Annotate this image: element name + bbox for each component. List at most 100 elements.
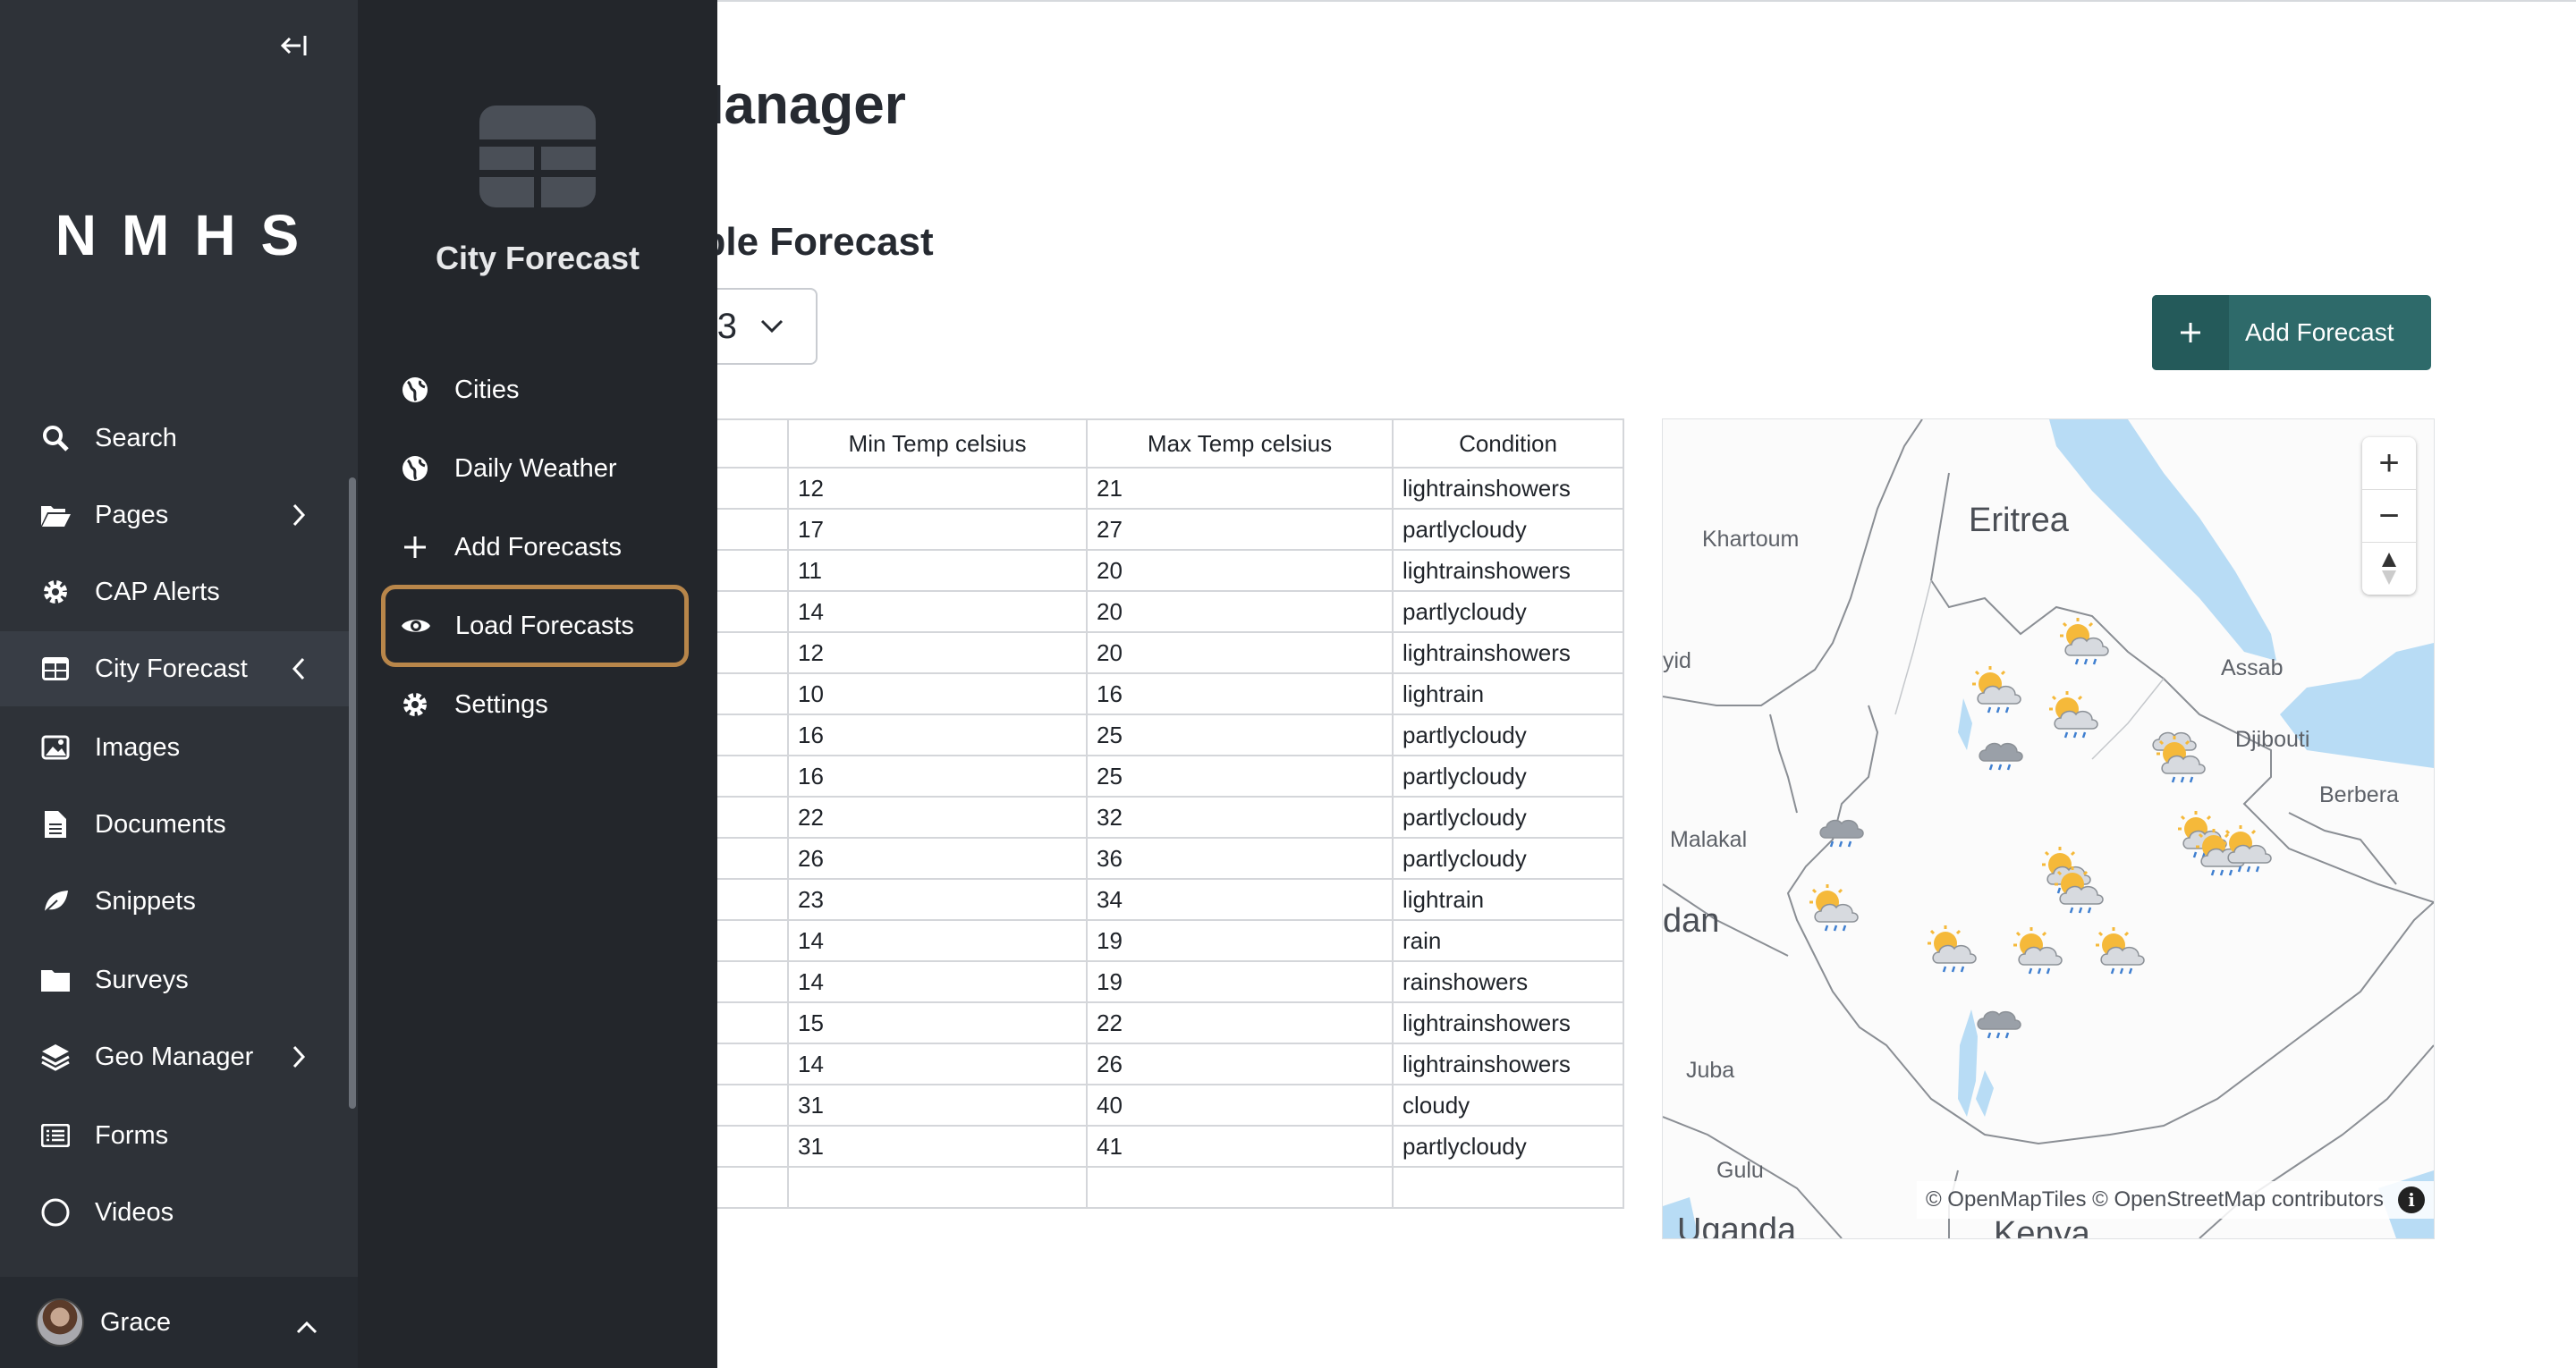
table-cell: rain (1392, 919, 1624, 962)
table-row[interactable]: 14 26 lightrainshowers (572, 1043, 1624, 1085)
partly-cloudy-icon[interactable] (2056, 616, 2115, 671)
forecast-table: Min Temp celsius Max Temp celsius Condit… (572, 418, 1624, 1209)
partly-cloudy-icon[interactable] (1969, 664, 2028, 720)
sidebar-item-snippets[interactable]: Snippets (0, 864, 351, 939)
table-cell: lightrain (1392, 878, 1624, 921)
rain-cloud-icon[interactable] (1969, 990, 2028, 1045)
sidebar-item-videos[interactable]: Videos (0, 1175, 351, 1250)
partly-cloudy-icon[interactable] (2046, 689, 2105, 745)
flyout-item-load-forecasts[interactable]: Load Forecasts (381, 585, 689, 667)
table-cell: 41 (1086, 1125, 1394, 1168)
list-icon (38, 1124, 73, 1147)
table-cell: 20 (1086, 631, 1394, 674)
table-row[interactable]: n1016lightrain (572, 672, 1624, 715)
sidebar-item-label: City Forecast (95, 654, 248, 683)
sidebar-item-pages[interactable]: Pages (0, 477, 351, 553)
sidebar-item-search[interactable]: Search (0, 401, 351, 476)
table-icon (479, 106, 596, 207)
table-row[interactable]: 15 22 lightrainshowers (572, 1001, 1624, 1044)
partly-cloudy-icon[interactable] (1924, 924, 1983, 979)
user-menu[interactable]: Grace (0, 1277, 358, 1368)
table-row[interactable]: 16 25 partlycloudy (572, 714, 1624, 756)
sidebar: NMHS Search Pages CAP Alerts City Foreca… (0, 0, 358, 1368)
table-cell: 19 (1086, 919, 1394, 962)
plus-icon (397, 535, 433, 560)
table-cell: 12 (787, 467, 1088, 510)
add-forecast-button[interactable]: Add Forecast (2152, 295, 2431, 370)
sidebar-item-images[interactable]: Images (0, 710, 351, 785)
zoom-in-button[interactable]: + (2362, 437, 2416, 490)
table-row[interactable]: 17 27 partlycloudy (572, 508, 1624, 551)
table-row[interactable] (572, 1166, 1624, 1209)
eye-icon (398, 615, 434, 637)
sidebar-item-surveys[interactable]: Surveys (0, 942, 351, 1018)
table-cell: lightrainshowers (1392, 631, 1624, 674)
plus-icon (2152, 295, 2229, 370)
folder-icon (38, 967, 73, 992)
partly-cloudy-icon[interactable] (2219, 823, 2278, 879)
table-cell: 11 (787, 549, 1088, 592)
table-cell: 31 (787, 1125, 1088, 1168)
table-cell (787, 1166, 1088, 1209)
map-label-malakal: Malakal (1670, 827, 1748, 852)
table-row[interactable]: 26 36 partlycloudy (572, 837, 1624, 880)
table-row[interactable]: 16 25 partlycloudy (572, 755, 1624, 798)
add-forecast-label: Add Forecast (2245, 318, 2394, 346)
partly-cloudy-icon[interactable] (2010, 925, 2069, 981)
table-row[interactable]: 31 41 partlycloudy (572, 1125, 1624, 1168)
flyout-item-daily-weather[interactable]: Daily Weather (385, 433, 685, 504)
flyout-item-add-forecasts[interactable]: Add Forecasts (385, 511, 685, 583)
table-row[interactable]: 14 20 partlycloudy (572, 590, 1624, 633)
table-cell: 23 (787, 878, 1088, 921)
sidebar-item-cap-alerts[interactable]: CAP Alerts (0, 554, 351, 629)
table-cell: lightrainshowers (1392, 467, 1624, 510)
map-label-berbera: Berbera (2319, 782, 2399, 807)
cog-icon (397, 690, 433, 719)
rain-cloud-icon[interactable] (1811, 798, 1870, 854)
sidebar-item-city-forecast[interactable]: City Forecast (0, 631, 351, 706)
table-row[interactable]: ba1221lightrainshowers (572, 467, 1624, 510)
table-cell: partlycloudy (1392, 1125, 1624, 1168)
sidebar-item-documents[interactable]: Documents (0, 787, 351, 862)
zoom-out-button[interactable]: − (2362, 490, 2416, 543)
partly-cloudy-icon[interactable] (2051, 865, 2110, 920)
map-label-gulu: Gulu (1716, 1158, 1764, 1183)
column-header: Min Temp celsius (787, 418, 1088, 469)
partly-cloudy-icon[interactable] (2153, 734, 2212, 790)
table-cell: 19 (1086, 960, 1394, 1003)
table-row[interactable]: 14 19 rain (572, 919, 1624, 962)
partly-cloudy-icon[interactable] (1806, 882, 1865, 938)
partly-cloudy-icon[interactable] (2092, 925, 2151, 981)
flyout-item-label: Add Forecasts (454, 532, 622, 562)
forecast-map[interactable]: Eritrea Khartoum yid Assab Djibouti Berb… (1662, 418, 2435, 1239)
table-cell: 34 (1086, 878, 1394, 921)
table-row[interactable]: 12 20 lightrainshowers (572, 631, 1624, 674)
sidebar-item-forms[interactable]: Forms (0, 1098, 351, 1173)
compass-button[interactable] (2362, 543, 2416, 595)
table-row[interactable]: 11 20 lightrainshowers (572, 549, 1624, 592)
table-cell: 31 (787, 1084, 1088, 1127)
table-row[interactable]: 23 34 lightrain (572, 878, 1624, 921)
rain-cloud-icon[interactable] (1970, 722, 2029, 777)
sidebar-item-geo-manager[interactable]: Geo Manager (0, 1019, 351, 1094)
table-cell: partlycloudy (1392, 837, 1624, 880)
flyout-item-settings[interactable]: Settings (385, 669, 685, 740)
table-cell: 16 (787, 714, 1088, 756)
info-icon[interactable]: i (2398, 1186, 2425, 1213)
table-cell: partlycloudy (1392, 714, 1624, 756)
sidebar-item-label: Documents (95, 809, 226, 839)
sidebar-item-label: Videos (95, 1197, 174, 1227)
table-row[interactable]: 14 19 rainshowers (572, 960, 1624, 1003)
leaf-icon (38, 888, 73, 915)
table-cell: lightrain (1392, 672, 1624, 715)
table-row[interactable]: 22 32 partlycloudy (572, 796, 1624, 839)
table-row[interactable]: 31 40 cloudy (572, 1084, 1624, 1127)
map-label-djibouti: Djibouti (2235, 727, 2310, 752)
table-cell: 12 (787, 631, 1088, 674)
flyout-item-label: Cities (454, 375, 520, 404)
collapse-sidebar-icon[interactable] (279, 30, 309, 65)
sidebar-scrollbar[interactable] (349, 477, 356, 1109)
flyout-item-cities[interactable]: Cities (385, 354, 685, 426)
globe-icon (397, 376, 433, 404)
table-cell (1086, 1166, 1394, 1209)
